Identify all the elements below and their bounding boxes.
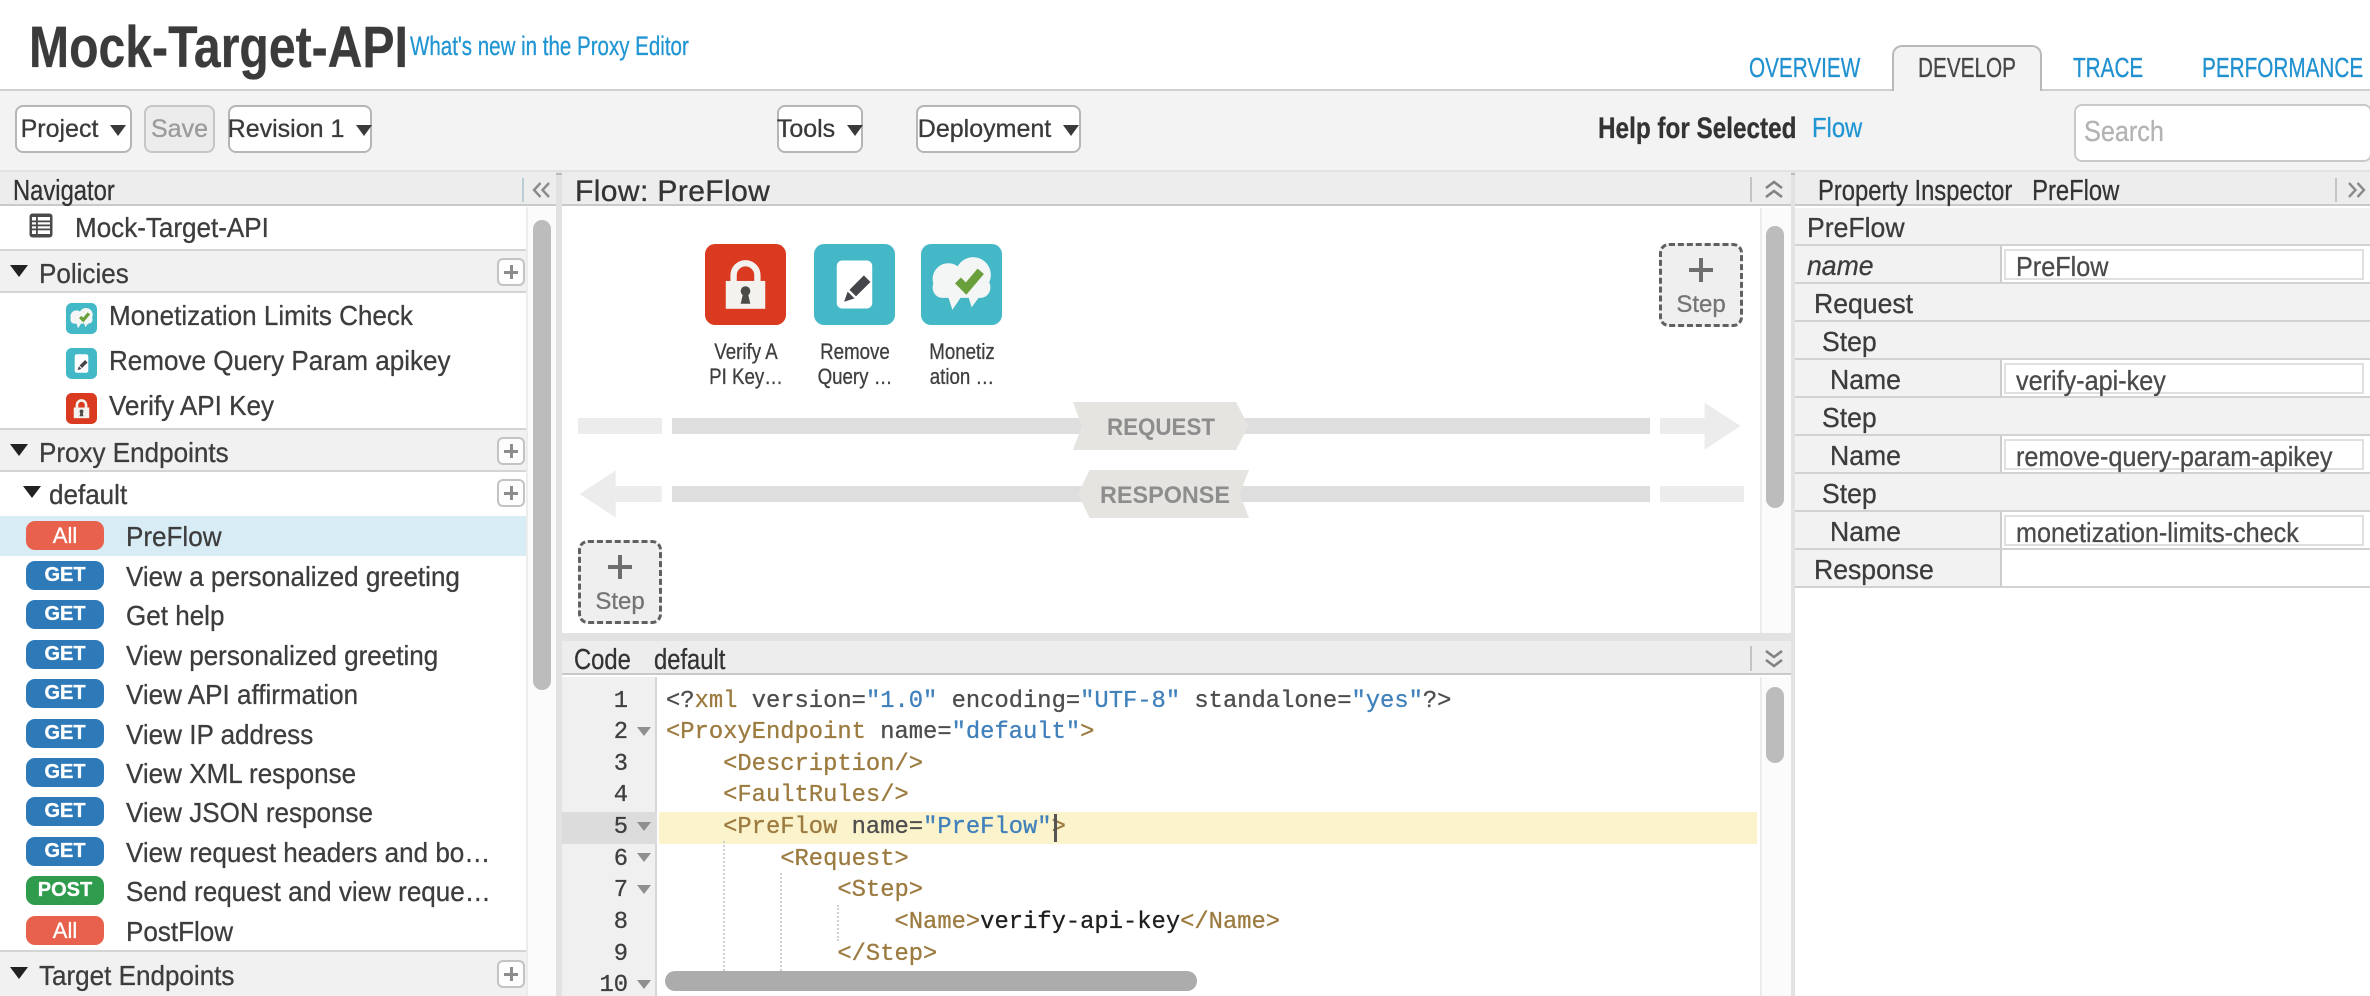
svg-text:REQUEST: REQUEST [1107,414,1215,441]
svg-text:RESPONSE: RESPONSE [1100,482,1230,509]
